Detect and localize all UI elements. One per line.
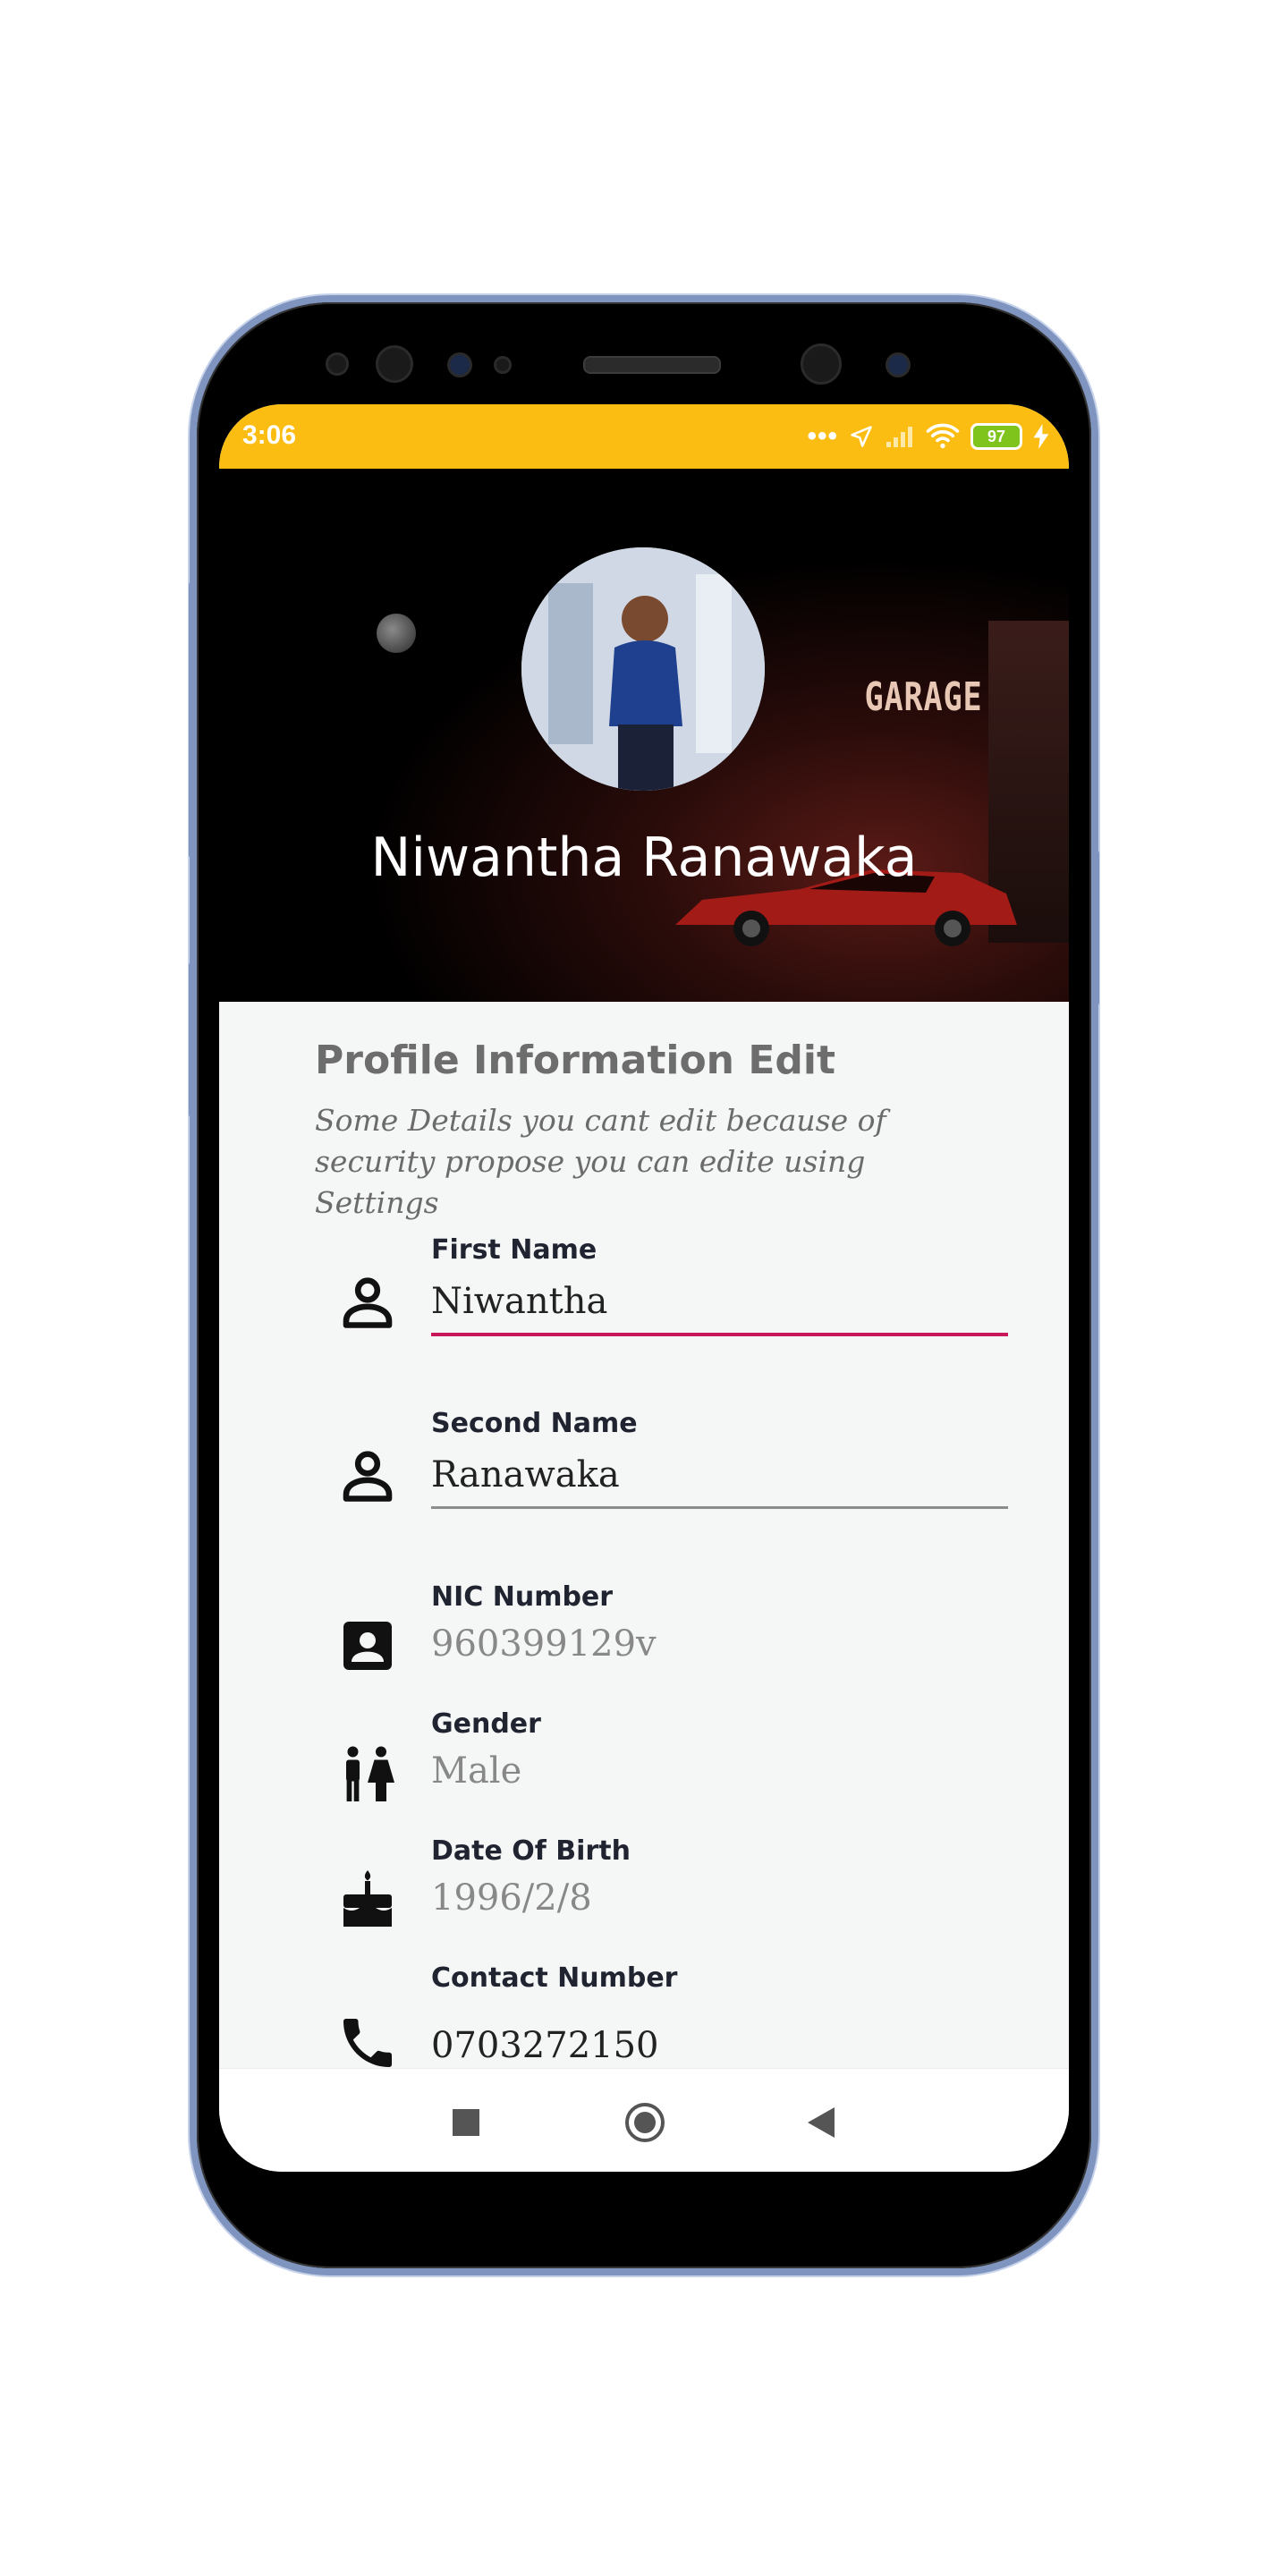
volume-button — [189, 581, 196, 859]
recents-button[interactable] — [439, 2096, 493, 2149]
nic-label: NIC Number — [431, 1581, 614, 1613]
proximity-sensor — [447, 352, 472, 377]
charging-bolt-icon — [1033, 424, 1049, 449]
power-button — [1092, 850, 1099, 1006]
gender-value: Male — [431, 1750, 522, 1792]
cake-icon — [343, 1870, 392, 1927]
dob-label: Date Of Birth — [431, 1835, 631, 1867]
nic-value: 960399129v — [431, 1623, 657, 1665]
back-button[interactable] — [795, 2096, 849, 2149]
light-sensor — [494, 356, 512, 374]
status-icons: ••• 97 — [807, 417, 1049, 456]
profile-name: Niwantha Ranawaka — [370, 826, 918, 889]
person-outline-icon — [343, 1451, 393, 1502]
app-screen: 3:06 ••• 97 GARAGE Niwantha Ranawaka Pro… — [219, 404, 1069, 2172]
home-button[interactable] — [618, 2096, 672, 2149]
iris-sensor — [376, 345, 413, 383]
person-outline-icon — [343, 1277, 393, 1328]
section-subtitle: Some Details you cant edit because of se… — [315, 1103, 886, 1220]
side-button — [189, 962, 196, 1118]
home-circle-icon — [625, 2103, 665, 2142]
system-nav-bar — [219, 2068, 1069, 2172]
signal-icon — [886, 427, 912, 447]
status-time: 3:06 — [242, 420, 297, 450]
more-dots-icon: ••• — [807, 421, 838, 451]
first-name-input[interactable] — [431, 1270, 1008, 1336]
second-name-input[interactable] — [431, 1444, 1008, 1509]
dob-value: 1996/2/8 — [431, 1877, 592, 1919]
location-arrow-icon — [851, 426, 872, 447]
contact-card-icon — [343, 1622, 392, 1670]
wifi-icon — [926, 423, 960, 449]
contact-label: Contact Number — [431, 1962, 678, 1994]
phone-icon — [343, 2019, 392, 2067]
gender-label: Gender — [431, 1708, 541, 1740]
recents-square-icon — [453, 2109, 479, 2136]
wc-icon — [346, 1746, 394, 1801]
back-triangle-icon — [808, 2107, 835, 2138]
status-bar: 3:06 ••• 97 — [219, 404, 1069, 469]
background-moon — [377, 614, 416, 653]
front-camera — [801, 343, 842, 385]
battery-icon: 97 — [970, 423, 1022, 450]
garage-sign: GARAGE — [864, 674, 983, 720]
contact-value: 0703272150 — [431, 2025, 659, 2066]
front-camera-secondary — [886, 352, 911, 377]
section-title: Profile Information Edit — [315, 1038, 835, 1083]
sensor-dot — [326, 352, 349, 376]
profile-form: Profile Information Edit Some Details yo… — [219, 1002, 1069, 2068]
first-name-label: First Name — [431, 1234, 597, 1266]
second-name-label: Second Name — [431, 1408, 638, 1439]
profile-header: GARAGE Niwantha Ranawaka — [219, 469, 1069, 1002]
profile-avatar[interactable] — [521, 547, 765, 791]
person-photo — [521, 547, 765, 791]
earpiece-speaker — [583, 356, 721, 374]
